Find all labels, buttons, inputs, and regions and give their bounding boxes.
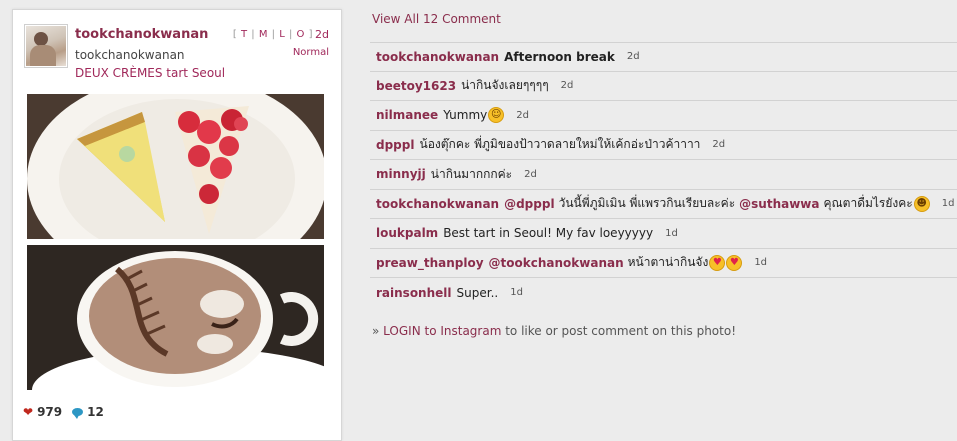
login-prefix: » xyxy=(372,324,384,338)
comment-age: 2d xyxy=(560,80,574,92)
comment-item: loukpalm Best tart in Seoul! My fav loey… xyxy=(370,219,957,249)
post-stats: ❤ 979 12 xyxy=(23,405,104,419)
comment-user[interactable]: beetoy1623 xyxy=(376,79,456,93)
sep: | xyxy=(267,29,280,40)
comment-text: Best tart in Seoul! My fav loeyyyyy xyxy=(443,226,654,241)
comment-user[interactable]: tookchanokwanan xyxy=(376,50,499,64)
comment-user[interactable]: rainsonhell xyxy=(376,286,452,300)
size-link-o[interactable]: O xyxy=(297,29,305,40)
post-fullname: tookchanokwanan xyxy=(75,48,185,62)
smiley-emoji-icon: ☺ xyxy=(488,107,505,124)
comment-item: beetoy1623 น่ากินจังเลยๆๆๆๆ 2d xyxy=(370,72,957,101)
post-username[interactable]: tookchanokwanan xyxy=(75,27,208,42)
comment-age: 2d xyxy=(712,139,726,151)
view-all-comments-link[interactable]: View All 12 Comment xyxy=(372,12,501,26)
comment-user[interactable]: preaw_thanploy xyxy=(376,256,484,270)
login-prompt: » LOGIN to Instagram to like or post com… xyxy=(372,324,736,338)
comment-age: 1d xyxy=(665,227,678,239)
comment-item: tookchanokwanan Afternoon break 2d xyxy=(370,42,957,72)
post-filter: Normal xyxy=(292,47,329,58)
comment-age: 1d xyxy=(510,287,523,299)
kiss-emoji-icon: ♥ xyxy=(709,254,726,271)
comment-age: 2d xyxy=(626,51,640,63)
sep: | xyxy=(247,29,259,40)
comment-user[interactable]: loukpalm xyxy=(376,226,438,240)
photo-collage xyxy=(27,94,324,390)
bracket-open: [ xyxy=(232,29,241,40)
comment-user[interactable]: minnyjj xyxy=(376,167,426,181)
login-link[interactable]: LOGIN to Instagram xyxy=(383,324,501,338)
size-link-m[interactable]: M xyxy=(259,29,268,40)
comment-user[interactable]: dpppl xyxy=(376,138,414,152)
comment-item: rainsonhell Super.. 1d xyxy=(370,278,957,308)
image-size-links: [ T | M | L | O ] xyxy=(233,29,313,40)
login-suffix: to like or post comment on this photo! xyxy=(501,324,737,338)
comment-text: Super.. xyxy=(456,285,499,300)
comment-item: minnyjj น่ากินมากกกค่ะ 2d xyxy=(370,160,957,190)
comment-text: น้องตุ๊กคะ พี่ภูมิของป้าวาดลายใหม่ให้เค้… xyxy=(419,137,701,152)
comment-mention[interactable]: @tookchanokwanan xyxy=(489,256,624,270)
avatar-photo xyxy=(26,26,66,66)
comment-user[interactable]: nilmanee xyxy=(376,108,438,122)
comment-user[interactable]: tookchanokwanan xyxy=(376,197,499,211)
bracket-close: ] xyxy=(304,29,313,40)
comment-item: dpppl น้องตุ๊กคะ พี่ภูมิของป้าวาดลายใหม่… xyxy=(370,131,957,160)
comment-list: tookchanokwanan Afternoon break 2d beeto… xyxy=(370,42,957,308)
size-link-t[interactable]: T xyxy=(241,29,248,40)
comment-age: 2d xyxy=(524,168,537,180)
sep: | xyxy=(285,29,297,40)
avatar[interactable] xyxy=(24,24,68,68)
comment-text: น่ากินมากกกค่ะ xyxy=(430,166,513,181)
comment-item: preaw_thanploy @tookchanokwanan หน้าตาน่… xyxy=(370,249,957,278)
comment-mention[interactable]: @suthawwa xyxy=(739,197,819,211)
comment-bubble-icon xyxy=(72,408,84,419)
comment-item: tookchanokwanan @dpppl วันนี้พี่ภูมิเมิน… xyxy=(370,190,957,219)
grin-emoji-icon: ☻ xyxy=(913,195,930,212)
comment-text-2: คุณตาดื่มไรยังคะ xyxy=(823,196,913,211)
comment-text: หน้าตาน่ากินจัง xyxy=(627,255,709,270)
comments-count: 12 xyxy=(87,405,104,419)
heart-eyes-emoji-icon: ♥ xyxy=(726,254,743,271)
comment-text: Yummy xyxy=(443,108,488,123)
photo-card: tookchanokwanan tookchanokwanan DEUX CRÈ… xyxy=(12,9,342,441)
comment-text: Afternoon break xyxy=(504,49,615,64)
heart-icon: ❤ xyxy=(23,405,34,419)
likes-count: 979 xyxy=(37,405,63,419)
comment-text: วันนี้พี่ภูมิเมิน พี่แพรวกินเรียบละค่ะ xyxy=(558,196,736,211)
comment-age: 1d xyxy=(754,257,768,269)
post-caption: DEUX CRÈMES tart Seoul xyxy=(75,66,226,80)
comment-item: nilmanee Yummy ☺ 2d xyxy=(370,101,957,131)
post-photo[interactable] xyxy=(27,94,324,390)
comment-age: 1d xyxy=(941,198,955,210)
comment-age: 2d xyxy=(516,109,529,121)
comment-text: น่ากินจังเลยๆๆๆๆ xyxy=(461,78,549,93)
post-age: 2d xyxy=(315,28,329,41)
comment-mention[interactable]: @dpppl xyxy=(504,197,554,211)
